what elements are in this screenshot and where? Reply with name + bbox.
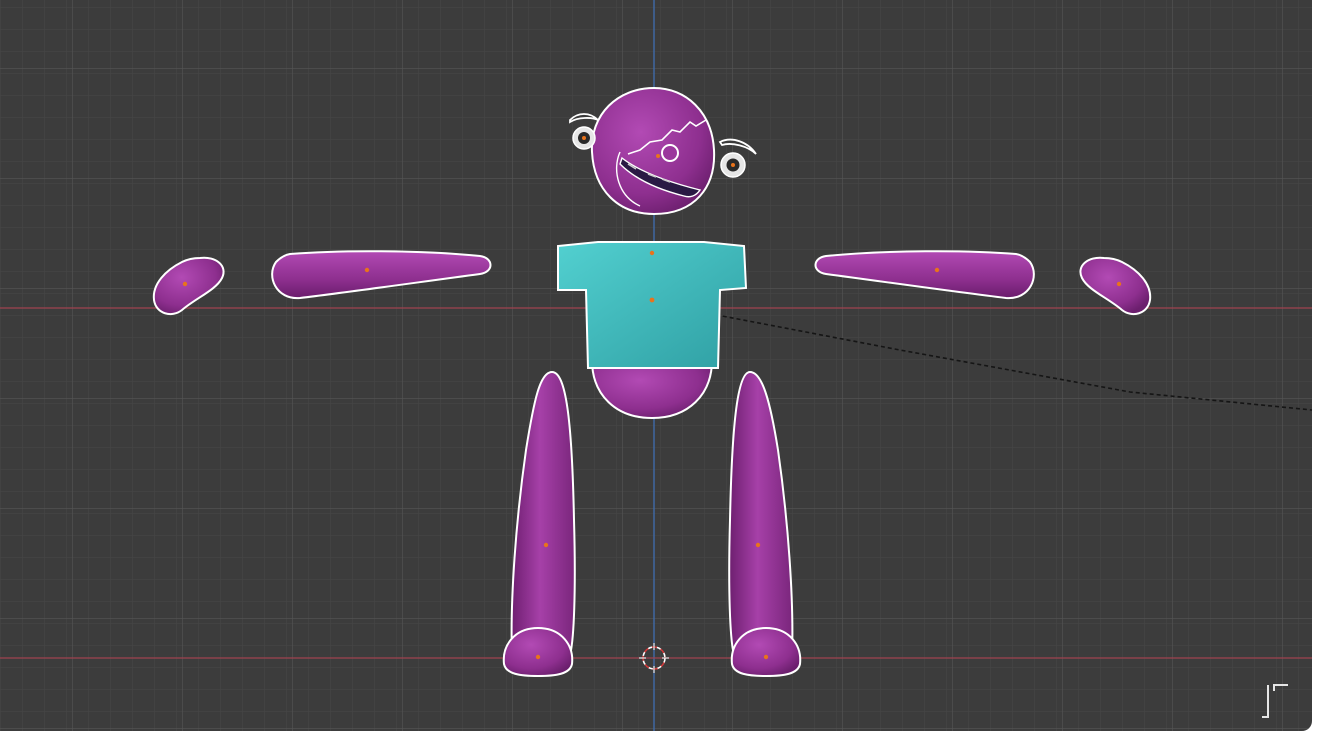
origin-dot (1116, 281, 1122, 287)
origin-dot (182, 281, 188, 287)
origin-dot (934, 267, 940, 273)
3d-viewport[interactable] (0, 0, 1312, 731)
origin-dot (755, 542, 761, 548)
origin-dot (364, 267, 370, 273)
right-foot[interactable] (730, 626, 802, 678)
origin-dot (763, 654, 769, 660)
right-eye[interactable] (720, 152, 746, 178)
navigation-corner-icon[interactable] (1258, 679, 1298, 723)
left-foot[interactable] (502, 626, 574, 678)
origin-dot (535, 654, 541, 660)
origin-dot (649, 297, 655, 303)
viewport-scene[interactable] (0, 0, 1312, 731)
origin-dot (582, 136, 586, 140)
left-eye[interactable] (572, 126, 596, 150)
origin-dot (731, 163, 735, 167)
nose (661, 144, 679, 162)
origin-dot (649, 250, 655, 256)
origin-dot (543, 542, 549, 548)
origin-dot (656, 154, 660, 158)
